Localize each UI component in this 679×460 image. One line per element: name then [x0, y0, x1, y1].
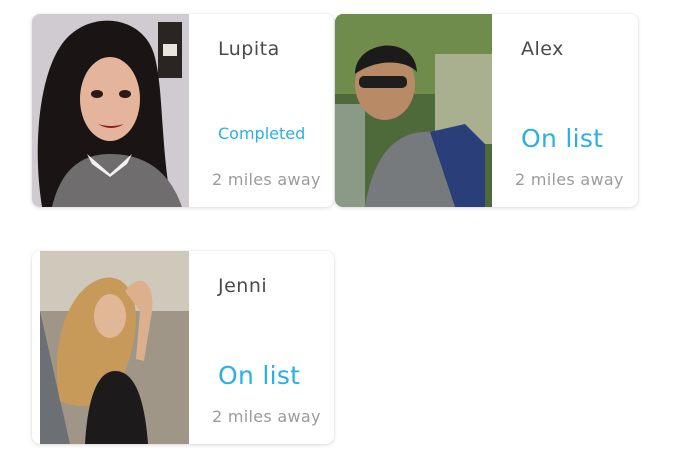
profile-photo: [40, 251, 189, 444]
distance-label: 2 miles away: [212, 407, 321, 426]
profile-photo: [32, 14, 189, 207]
status-label: On list: [521, 124, 604, 153]
contact-name: Lupita: [218, 38, 280, 60]
contact-card-jenni[interactable]: Jenni On list 2 miles away: [32, 251, 334, 444]
profile-photo: [335, 14, 492, 207]
status-label: Completed: [218, 124, 306, 143]
contact-name: Alex: [521, 38, 564, 60]
contact-name: Jenni: [218, 275, 268, 297]
status-label: On list: [218, 361, 301, 390]
contact-card-lupita[interactable]: Lupita Completed 2 miles away: [32, 14, 334, 207]
contact-card-alex[interactable]: Alex On list 2 miles away: [335, 14, 638, 207]
distance-label: 2 miles away: [212, 170, 321, 189]
distance-label: 2 miles away: [515, 170, 624, 189]
